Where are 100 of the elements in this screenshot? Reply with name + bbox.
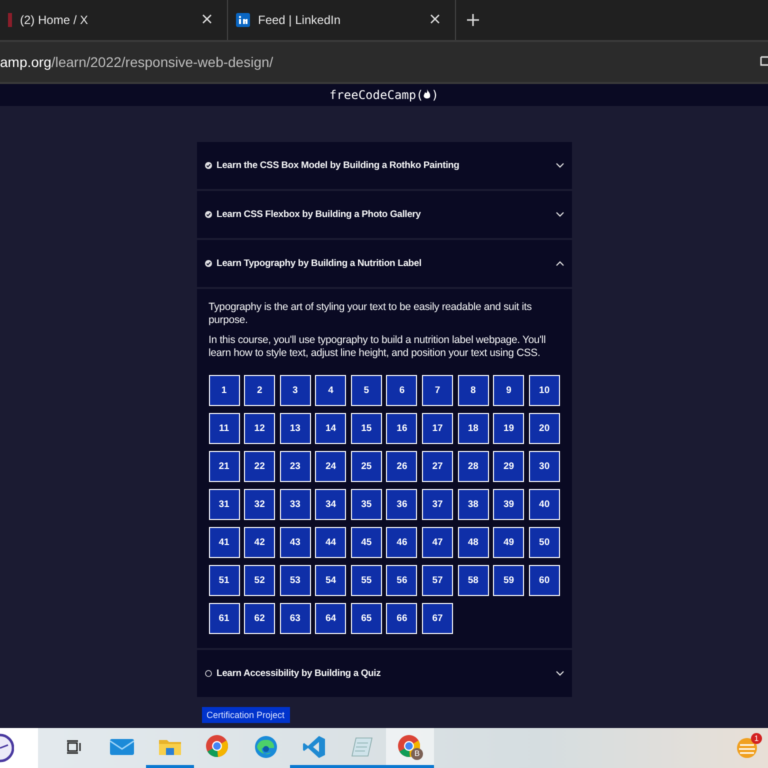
step-button[interactable]: 36: [386, 489, 418, 520]
step-button[interactable]: 59: [493, 565, 524, 596]
profile-letter: B: [413, 748, 421, 760]
step-button[interactable]: 2: [244, 375, 276, 406]
step-button[interactable]: 13: [280, 413, 311, 444]
step-button[interactable]: 22: [244, 451, 276, 482]
step-button[interactable]: 67: [422, 603, 454, 634]
step-button[interactable]: 23: [280, 451, 311, 482]
course-description: Typography is the art of styling your text to be easily readable and suit its purpose.: [208, 301, 533, 327]
step-button[interactable]: 66: [386, 603, 418, 634]
check-circle-icon: [204, 211, 212, 218]
step-button[interactable]: 46: [386, 527, 418, 558]
course-header[interactable]: Learn the CSS Box Model by Building a Rothko Painting: [196, 142, 572, 189]
step-button[interactable]: 19: [493, 413, 524, 444]
step-button[interactable]: 47: [422, 527, 454, 558]
course-header[interactable]: Learn Accessibility by Building a Quiz: [196, 650, 572, 697]
step-button[interactable]: 50: [528, 527, 560, 558]
flame-icon: [423, 89, 432, 99]
step-button[interactable]: 64: [315, 603, 346, 634]
step-button[interactable]: 43: [280, 527, 311, 558]
step-button[interactable]: 40: [528, 489, 560, 520]
step-button[interactable]: 27: [422, 451, 454, 482]
step-button[interactable]: 34: [315, 489, 346, 520]
chevron-down-icon: [556, 671, 564, 676]
step-button[interactable]: 16: [386, 413, 418, 444]
step-button[interactable]: 61: [208, 603, 240, 634]
new-tab-button[interactable]: [466, 13, 480, 27]
step-button[interactable]: 49: [493, 527, 524, 558]
step-button[interactable]: 17: [422, 413, 454, 444]
step-button[interactable]: 18: [458, 413, 489, 444]
step-button[interactable]: 55: [350, 565, 382, 596]
step-button[interactable]: 33: [280, 489, 311, 520]
step-button[interactable]: 30: [528, 451, 560, 482]
step-button[interactable]: 32: [244, 489, 276, 520]
step-button[interactable]: 11: [208, 413, 240, 444]
step-button[interactable]: 7: [422, 375, 454, 406]
notification-count: 1: [751, 733, 762, 744]
step-button[interactable]: 10: [528, 375, 560, 406]
step-button[interactable]: 14: [315, 413, 346, 444]
step-button[interactable]: 52: [244, 565, 276, 596]
chrome-profile-icon: [397, 734, 423, 760]
tab-title: (2) Home / X: [20, 13, 90, 27]
step-button[interactable]: 48: [458, 527, 489, 558]
vscode-icon: [302, 734, 326, 758]
check-circle-icon: [204, 260, 212, 267]
step-button[interactable]: 54: [315, 565, 346, 596]
step-button[interactable]: 60: [528, 565, 560, 596]
chevron-up-icon: [556, 261, 564, 266]
step-button[interactable]: 65: [350, 603, 382, 634]
step-button[interactable]: 62: [244, 603, 276, 634]
step-button[interactable]: 57: [422, 565, 454, 596]
step-button[interactable]: 25: [350, 451, 382, 482]
check-circle-icon: [204, 162, 212, 169]
course-header[interactable]: Learn Typography by Building a Nutrition Label: [196, 240, 572, 287]
step-button[interactable]: 51: [208, 565, 240, 596]
step-button[interactable]: 41: [208, 527, 240, 558]
edge-icon: [254, 734, 278, 758]
taskbar-app[interactable]: B: [386, 728, 434, 768]
step-button[interactable]: 6: [386, 375, 418, 406]
circle-icon: [204, 670, 212, 677]
step-button[interactable]: 35: [350, 489, 382, 520]
notification-icon[interactable]: [736, 737, 758, 759]
step-button[interactable]: 39: [493, 489, 524, 520]
step-button[interactable]: 3: [280, 375, 311, 406]
step-button[interactable]: 37: [422, 489, 454, 520]
tab-title: Feed | LinkedIn: [258, 13, 342, 27]
step-button[interactable]: 44: [315, 527, 346, 558]
step-button[interactable]: 24: [315, 451, 346, 482]
step-button[interactable]: 1: [208, 375, 240, 406]
step-button[interactable]: 9: [493, 375, 524, 406]
step-button[interactable]: 4: [315, 375, 346, 406]
step-button[interactable]: 42: [244, 527, 276, 558]
step-button[interactable]: 21: [208, 451, 240, 482]
step-button[interactable]: 63: [280, 603, 311, 634]
task-view-icon: [66, 740, 82, 754]
notepad-icon: [350, 734, 374, 758]
site-logo[interactable]: freeCodeCamp( ): [329, 88, 439, 102]
step-button[interactable]: 58: [458, 565, 489, 596]
step-button[interactable]: 15: [350, 413, 382, 444]
step-button[interactable]: 26: [386, 451, 418, 482]
step-button[interactable]: 38: [458, 489, 489, 520]
step-button[interactable]: 53: [280, 565, 311, 596]
step-button[interactable]: 29: [493, 451, 524, 482]
close-icon: [201, 13, 213, 25]
step-button[interactable]: 8: [458, 375, 489, 406]
step-button[interactable]: 45: [350, 527, 382, 558]
linkedin-icon: [236, 13, 250, 27]
clock-icon[interactable]: [0, 733, 14, 763]
course-description: In this course, you'll use typography to build a nutrition label webpage. You'll learn how to style text, adjust line height, and position your text using CSS.: [208, 334, 547, 360]
step-button[interactable]: 56: [386, 565, 418, 596]
step-button[interactable]: 5: [350, 375, 382, 406]
certification-tag: Certification Project: [202, 707, 290, 723]
close-icon: [429, 13, 441, 25]
step-button[interactable]: 20: [528, 413, 560, 444]
step-button[interactable]: 12: [244, 413, 276, 444]
course-header[interactable]: Learn CSS Flexbox by Building a Photo Gallery: [196, 191, 572, 238]
chevron-down-icon: [556, 212, 564, 217]
step-button[interactable]: 28: [458, 451, 489, 482]
chrome-icon: [205, 734, 231, 760]
step-button[interactable]: 31: [208, 489, 240, 520]
